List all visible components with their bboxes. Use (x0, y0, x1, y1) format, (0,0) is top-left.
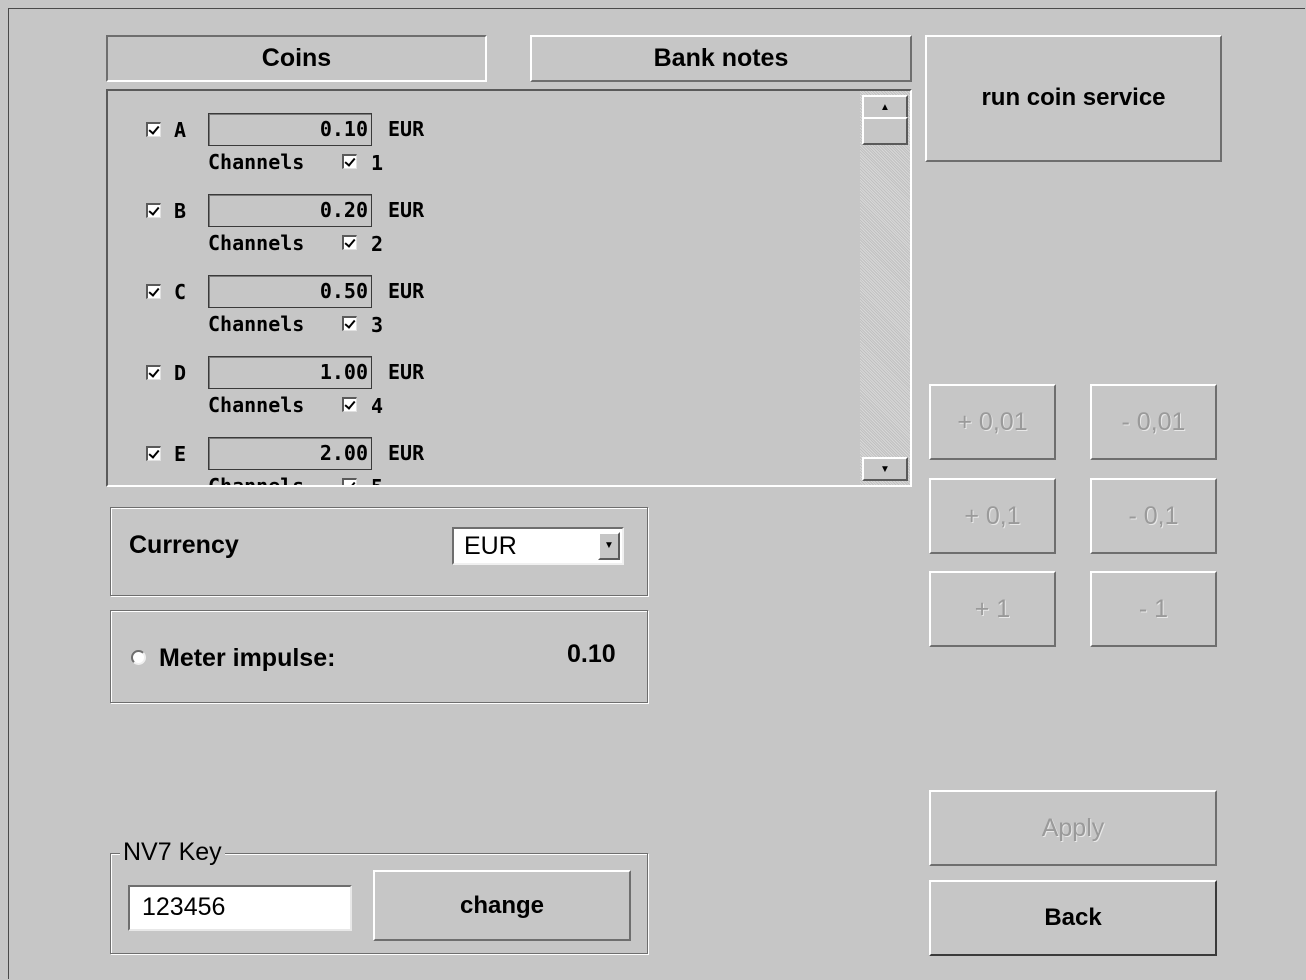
meter-impulse-radio[interactable] (131, 650, 146, 665)
change-button-label: change (459, 891, 545, 919)
channels-label: Channels (208, 393, 305, 417)
coin-row: E 2.00 EUR Channels 5 (108, 419, 848, 487)
plus-001-label: + 0,01 (957, 407, 1028, 436)
plus-1-button[interactable]: + 1 (929, 571, 1056, 647)
channel-checkbox[interactable] (342, 154, 357, 169)
coin-list-scrollbar[interactable]: ▲ ▼ (860, 91, 910, 485)
tab-coins[interactable]: Coins (106, 35, 487, 82)
meter-impulse-label: Meter impulse: (159, 644, 336, 672)
coin-letter: E (174, 442, 187, 466)
coin-row: C 0.50 EUR Channels 3 (108, 257, 848, 338)
scroll-down-button[interactable]: ▼ (862, 457, 908, 481)
apply-button-label: Apply (1041, 813, 1105, 842)
coin-enabled-checkbox[interactable] (146, 203, 161, 218)
scroll-up-button[interactable]: ▲ (862, 95, 908, 119)
coin-unit: EUR (388, 279, 425, 303)
plus-01-label: + 0,1 (964, 501, 1021, 530)
channels-label: Channels (208, 474, 305, 487)
coin-row: A 0.10 EUR Channels 1 (108, 95, 848, 176)
coin-enabled-checkbox[interactable] (146, 284, 161, 299)
coin-value-field[interactable]: 0.10 (208, 113, 372, 146)
minus-001-label: - 0,01 (1121, 407, 1186, 436)
scroll-thumb[interactable] (862, 117, 908, 145)
coin-row: B 0.20 EUR Channels 2 (108, 176, 848, 257)
plus-001-button[interactable]: + 0,01 (929, 384, 1056, 460)
channel-number: 4 (371, 394, 384, 418)
back-button[interactable]: Back (929, 880, 1217, 956)
nv7-key-value: 123456 (142, 893, 226, 921)
coin-unit: EUR (388, 198, 425, 222)
plus-01-button[interactable]: + 0,1 (929, 478, 1056, 554)
coin-value-field[interactable]: 0.20 (208, 194, 372, 227)
run-coin-service-label: run coin service (981, 84, 1166, 111)
chevron-down-icon[interactable]: ▼ (598, 532, 620, 560)
currency-label: Currency (129, 531, 239, 559)
coin-value-field[interactable]: 0.50 (208, 275, 372, 308)
channel-checkbox[interactable] (342, 397, 357, 412)
coin-value-field[interactable]: 2.00 (208, 437, 372, 470)
channels-label: Channels (208, 150, 305, 174)
coin-unit: EUR (388, 441, 425, 465)
meter-impulse-value: 0.10 (567, 640, 616, 668)
coin-enabled-checkbox[interactable] (146, 446, 161, 461)
channel-number: 1 (371, 151, 384, 175)
arrow-down-icon: ▼ (880, 463, 890, 475)
nv7-key-input[interactable]: 123456 (128, 885, 352, 931)
minus-001-button[interactable]: - 0,01 (1090, 384, 1217, 460)
coin-unit: EUR (388, 360, 425, 384)
tab-coins-label: Coins (261, 44, 332, 72)
coin-enabled-checkbox[interactable] (146, 365, 161, 380)
channels-label: Channels (208, 312, 305, 336)
coin-value-field[interactable]: 1.00 (208, 356, 372, 389)
coin-letter: C (174, 280, 187, 304)
arrow-up-icon: ▲ (880, 101, 890, 113)
minus-1-button[interactable]: - 1 (1090, 571, 1217, 647)
plus-1-label: + 1 (974, 594, 1011, 623)
channel-number: 2 (371, 232, 384, 256)
tab-bank-notes-label: Bank notes (653, 44, 789, 72)
coin-unit: EUR (388, 117, 425, 141)
coin-enabled-checkbox[interactable] (146, 122, 161, 137)
nv7-key-legend: NV7 Key (120, 838, 225, 867)
currency-selected-value: EUR (464, 532, 517, 560)
channel-checkbox[interactable] (342, 235, 357, 250)
minus-01-label: - 0,1 (1128, 501, 1179, 530)
currency-select[interactable]: EUR ▼ (452, 527, 624, 565)
coin-list: A 0.10 EUR Channels 1 B 0.20 EUR Channels 2 C 0.50 E… (106, 89, 912, 487)
coin-letter: A (174, 118, 187, 142)
channel-checkbox[interactable] (342, 316, 357, 331)
tab-bank-notes[interactable]: Bank notes (530, 35, 912, 82)
channel-checkbox[interactable] (342, 478, 357, 485)
minus-1-label: - 1 (1138, 594, 1169, 623)
channel-number: 3 (371, 313, 384, 337)
change-button[interactable]: change (373, 870, 631, 941)
channels-label: Channels (208, 231, 305, 255)
minus-01-button[interactable]: - 0,1 (1090, 478, 1217, 554)
back-button-label: Back (1044, 904, 1102, 931)
apply-button[interactable]: Apply (929, 790, 1217, 866)
channel-number: 5 (371, 475, 384, 487)
coin-letter: B (174, 199, 187, 223)
coin-letter: D (174, 361, 187, 385)
coin-row: D 1.00 EUR Channels 4 (108, 338, 848, 419)
run-coin-service-button[interactable]: run coin service (925, 35, 1222, 162)
